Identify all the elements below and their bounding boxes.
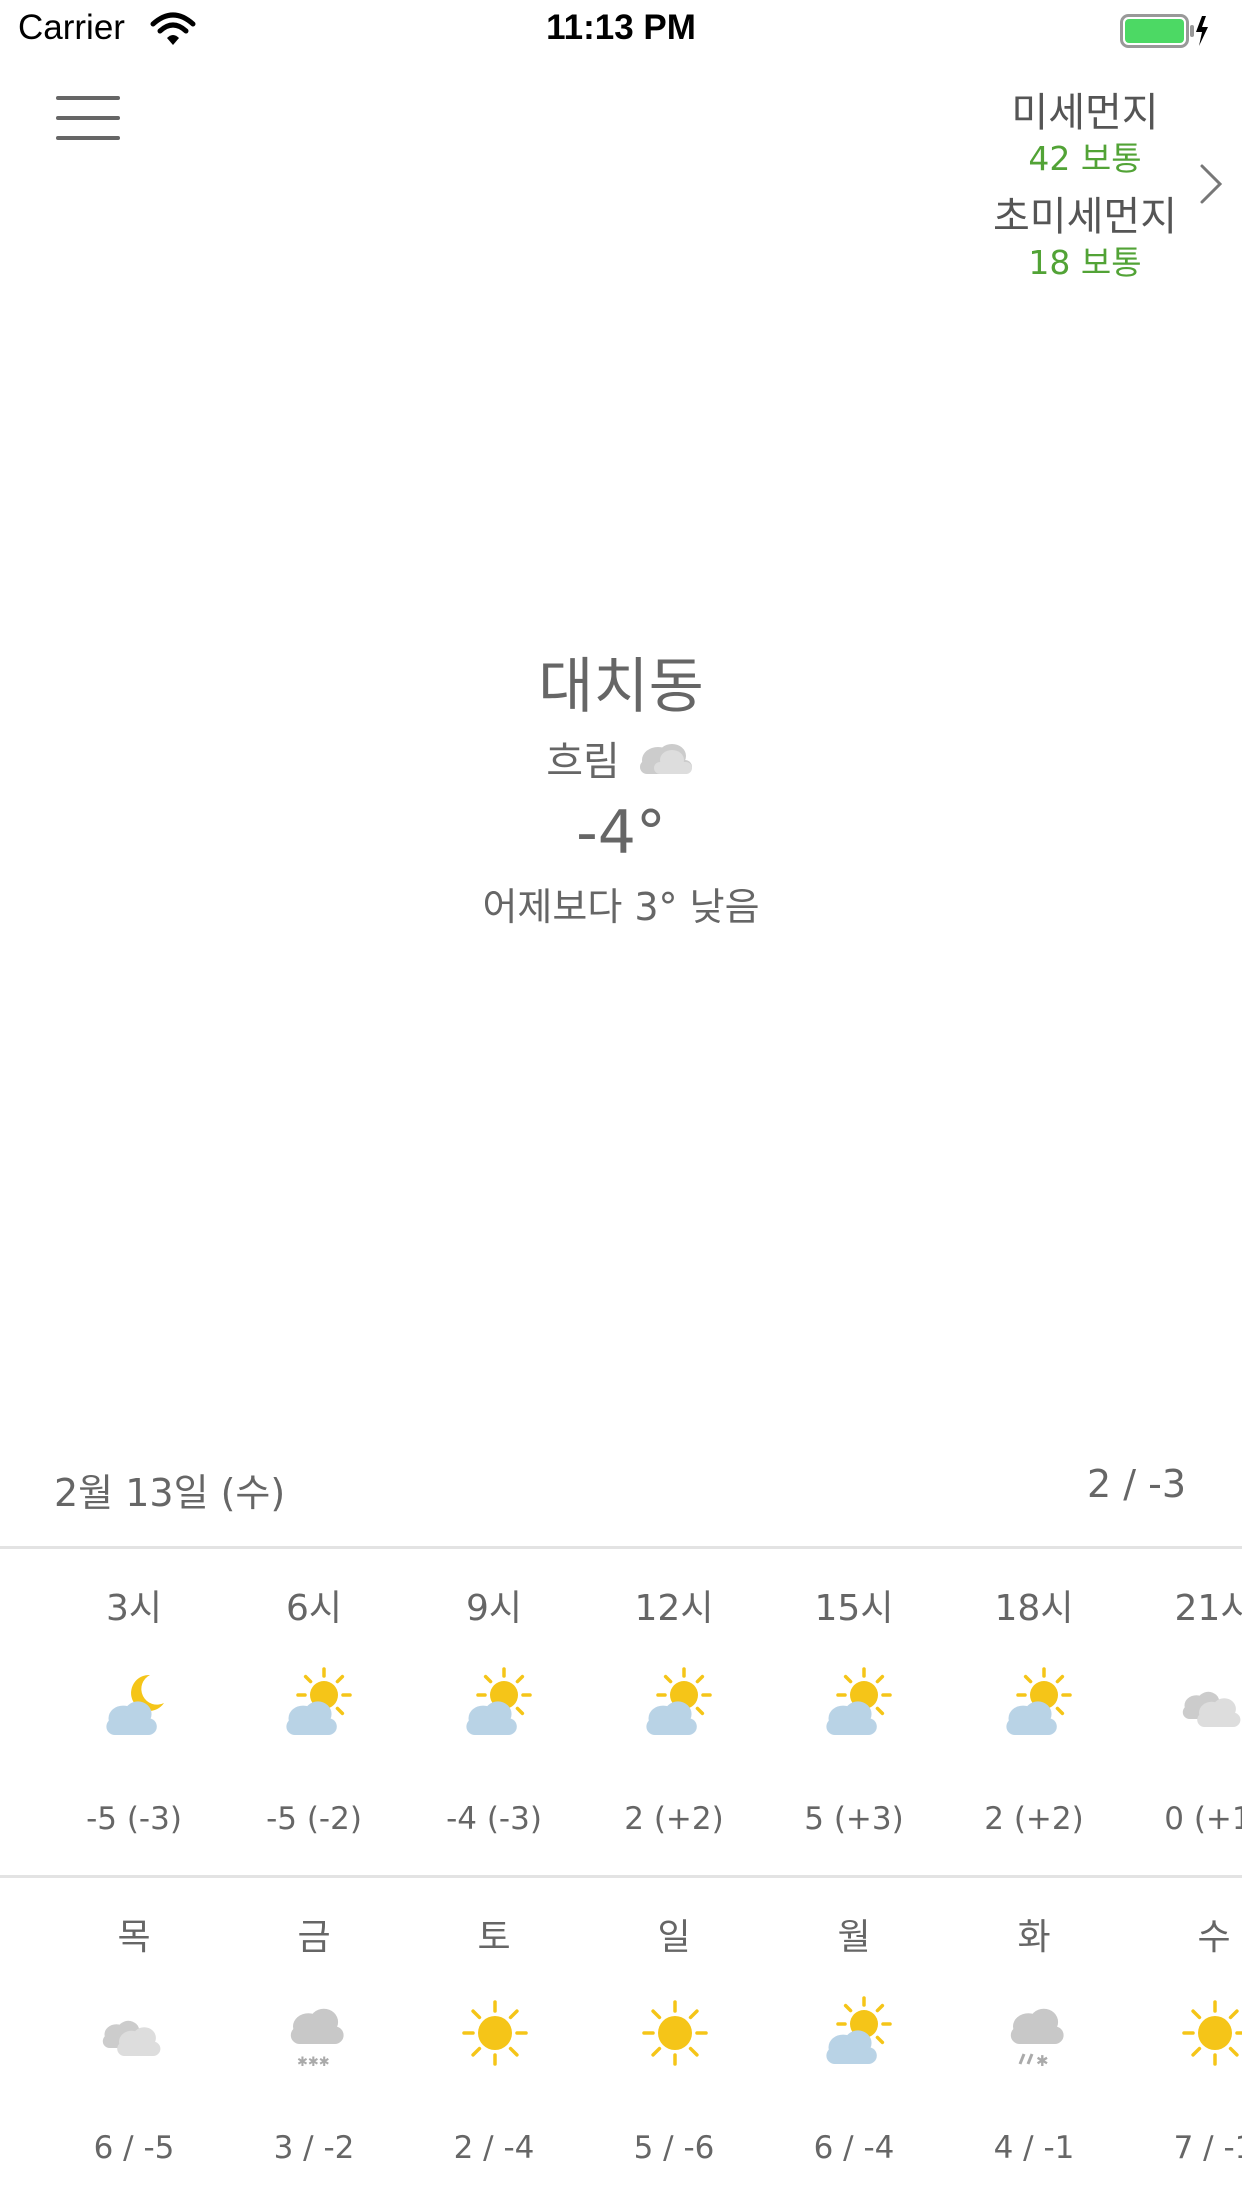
daily-day: 금 — [297, 1917, 331, 1958]
sun-cloud-icon — [826, 1996, 892, 2064]
daily-day: 월 — [837, 1917, 871, 1958]
cloudy-icon — [102, 2020, 161, 2056]
sun-icon — [1182, 2000, 1242, 2066]
status-time: 11:13 PM — [546, 8, 696, 47]
daily-temps: 2 / -4 — [453, 2130, 535, 2166]
daily-item: 화 ✱ 4 / -1 — [944, 1878, 1124, 2208]
hourly-temp: -5 (-2) — [266, 1801, 362, 1837]
condition-label: 흐림 — [546, 739, 620, 785]
svg-text:✱: ✱ — [1036, 2052, 1049, 2070]
cloudy-icon — [1182, 1691, 1241, 1727]
hourly-time: 21시 — [1174, 1588, 1242, 1629]
temperature-compare: 어제보다 3° 낮음 — [482, 885, 760, 929]
hourly-time: 12시 — [634, 1588, 714, 1629]
sun-cloud-icon — [646, 1667, 712, 1735]
hourly-temp: -5 (-3) — [86, 1801, 182, 1837]
hourly-item: 21시 0 (+1) — [1124, 1549, 1242, 1875]
hourly-item: 12시 2 (+2) — [584, 1549, 764, 1875]
menu-bar-bottom — [56, 136, 120, 140]
fine-dust-value: 42 보통 — [1028, 139, 1142, 178]
hourly-time: 6시 — [285, 1588, 343, 1629]
svg-text:✱✱✱: ✱✱✱ — [297, 2055, 330, 2070]
daily-temps: 5 / -6 — [633, 2130, 715, 2166]
daily-temps: 4 / -1 — [993, 2130, 1075, 2166]
snow-cloud-icon: ✱✱✱ — [290, 2008, 344, 2070]
sun-icon — [462, 2000, 528, 2066]
hourly-temp: 2 (+2) — [624, 1801, 724, 1837]
rain-snow-icon: ✱ — [1010, 2008, 1064, 2070]
sun-cloud-icon — [466, 1667, 532, 1735]
daily-item: 목 6 / -5 — [44, 1878, 224, 2208]
daily-day: 목 — [117, 1917, 151, 1958]
sun-cloud-icon — [286, 1667, 352, 1735]
current-temperature: -4° — [576, 798, 666, 868]
chevron-right-icon — [1200, 164, 1223, 204]
sun-icon — [642, 2000, 708, 2066]
daily-temps: 6 / -5 — [93, 2130, 175, 2166]
location-name: 대치동 — [538, 652, 704, 722]
sun-cloud-icon — [1006, 1667, 1072, 1735]
hourly-temp: -4 (-3) — [446, 1801, 542, 1837]
daily-day: 일 — [657, 1917, 691, 1958]
hourly-time: 18시 — [994, 1588, 1074, 1629]
hourly-time: 3시 — [105, 1588, 163, 1629]
daily-item: 월 6 / -4 — [764, 1878, 944, 2208]
daily-item: 수 7 / -1 — [1124, 1878, 1242, 2208]
hourly-temp: 0 (+1) — [1164, 1801, 1242, 1837]
menu-button[interactable] — [56, 96, 120, 142]
menu-bar-middle — [56, 116, 120, 120]
current-condition: 흐림 — [0, 730, 1242, 786]
daily-temps: 7 / -1 — [1173, 2130, 1242, 2166]
hourly-item: 15시 5 (+3) — [764, 1549, 944, 1875]
hourly-forecast[interactable]: 3시 -5 (-3) 6시 -5 (-2) 9시 -4 (-3) 12시 2 (+2)… — [0, 1549, 1242, 1875]
sun-cloud-icon — [826, 1667, 892, 1735]
hourly-item: 18시 2 (+2) — [944, 1549, 1124, 1875]
today-date: 2월 13일 (수) — [54, 1471, 286, 1515]
air-quality-panel[interactable]: 미세먼지 42 보통 초미세먼지 18 보통 — [950, 80, 1223, 282]
daily-item: 토 2 / -4 — [404, 1878, 584, 2208]
hourly-time: 9시 — [465, 1588, 523, 1629]
daily-item: 금 ✱✱✱ 3 / -2 — [224, 1878, 404, 2208]
daily-day: 토 — [477, 1917, 511, 1958]
hourly-temp: 5 (+3) — [804, 1801, 904, 1837]
daily-forecast[interactable]: 목 6 / -5 금 ✱✱✱ 3 / -2 토 2 / -4 일 5 / -6 월 6 … — [0, 1878, 1242, 2208]
today-range: 2 / -3 — [1086, 1462, 1186, 1506]
moon-cloud-icon — [106, 1674, 164, 1735]
battery-icon — [1120, 14, 1208, 48]
daily-item: 일 5 / -6 — [584, 1878, 764, 2208]
hourly-temp: 2 (+2) — [984, 1801, 1084, 1837]
daily-day: 화 — [1017, 1917, 1051, 1958]
ultrafine-dust-value: 18 보통 — [1028, 243, 1142, 282]
cloudy-icon — [639, 744, 692, 774]
hourly-item: 3시 -5 (-3) — [44, 1549, 224, 1875]
daily-temps: 3 / -2 — [273, 2130, 355, 2166]
hamburger-menu-icon — [56, 96, 120, 100]
ultrafine-dust-label: 초미세먼지 — [993, 194, 1177, 240]
fine-dust-label: 미세먼지 — [1011, 90, 1159, 136]
daily-day: 수 — [1197, 1917, 1231, 1958]
hourly-item: 9시 -4 (-3) — [404, 1549, 584, 1875]
hourly-item: 6시 -5 (-2) — [224, 1549, 404, 1875]
daily-temps: 6 / -4 — [813, 2130, 895, 2166]
hourly-time: 15시 — [814, 1588, 894, 1629]
